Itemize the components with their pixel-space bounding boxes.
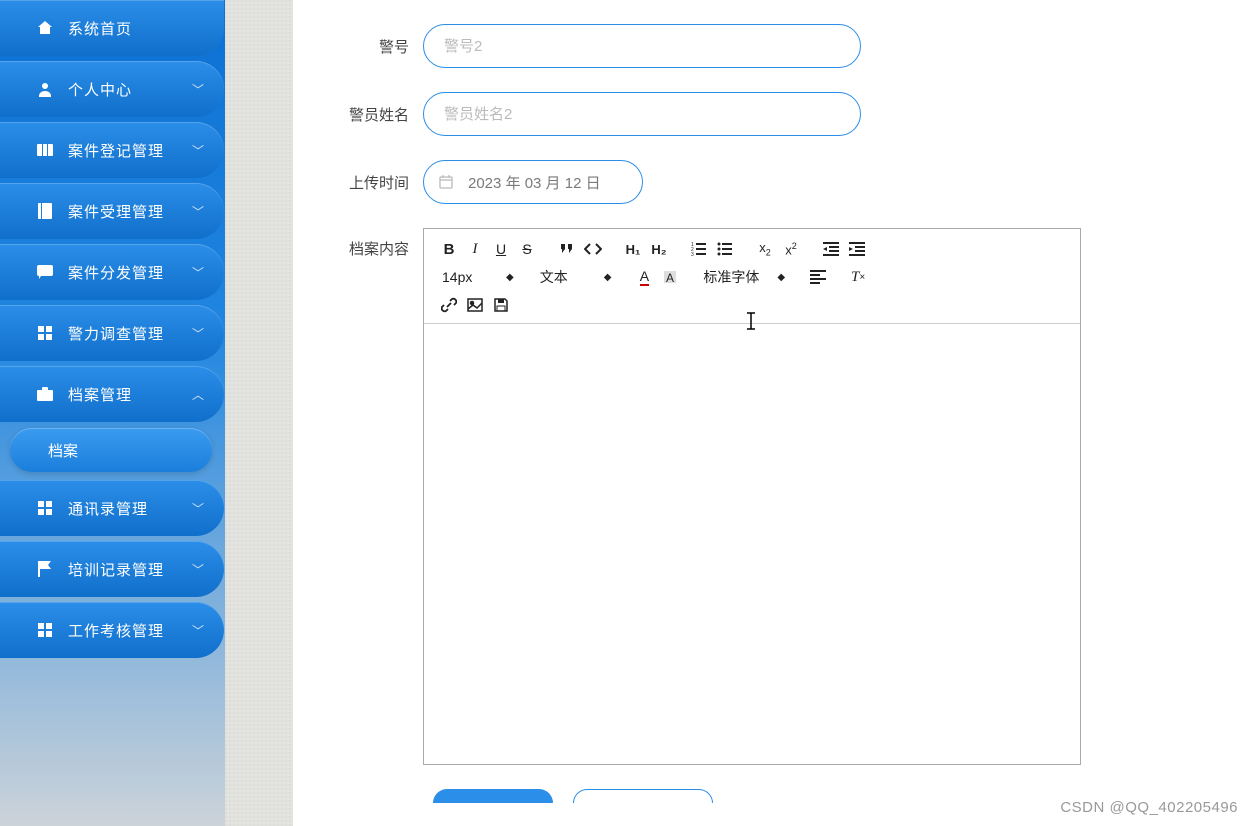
chevron-down-icon: ﹀	[192, 622, 204, 639]
form-row-upload-time: 上传时间	[303, 160, 1222, 204]
sidebar-item-case-accept[interactable]: 案件受理管理 ﹀	[0, 183, 224, 239]
editor-content-area[interactable]	[424, 324, 1080, 764]
superscript-button[interactable]: x2	[778, 237, 804, 261]
form-row-officer-name: 警员姓名	[303, 92, 1222, 136]
form-row-badge-no: 警号	[303, 24, 1222, 68]
caret-icon: ◆	[506, 272, 514, 283]
subscript-button[interactable]: x2	[752, 237, 778, 261]
sidebar-item-label: 个人中心	[68, 79, 192, 100]
calendar-icon	[439, 175, 453, 189]
code-button[interactable]	[580, 237, 606, 261]
chevron-down-icon: ﹀	[192, 203, 204, 220]
chevron-down-icon: ﹀	[192, 142, 204, 159]
sidebar-subitem-archive[interactable]: 档案	[10, 428, 212, 472]
image-button[interactable]	[462, 293, 488, 317]
text-color-button[interactable]: A	[631, 265, 657, 289]
sidebar-item-archive-mgmt[interactable]: 档案管理 ︿	[0, 366, 224, 422]
bold-button[interactable]: B	[436, 237, 462, 261]
sidebar-item-training[interactable]: 培训记录管理 ﹀	[0, 541, 224, 597]
form-row-content: 档案内容 B I U S H₁ H₂ 123	[303, 228, 1222, 765]
sidebar-item-label: 案件分发管理	[68, 262, 192, 283]
sidebar-item-profile[interactable]: 个人中心 ﹀	[0, 61, 224, 117]
font-size-select[interactable]: 14px ◆	[436, 265, 520, 289]
grid-icon	[36, 499, 54, 517]
clear-format-button[interactable]: T×	[845, 265, 871, 289]
content-label: 档案内容	[303, 228, 423, 259]
user-icon	[36, 80, 54, 98]
link-button[interactable]	[436, 293, 462, 317]
chevron-down-icon: ﹀	[192, 81, 204, 98]
texture-strip	[225, 0, 293, 826]
background-color-button[interactable]: A	[657, 265, 683, 289]
chevron-down-icon: ﹀	[192, 264, 204, 281]
sidebar: 系统首页 个人中心 ﹀ 案件登记管理 ﹀ 案件受理管理 ﹀ 案件分发管理 ﹀ 警…	[0, 0, 225, 826]
chat-icon	[36, 263, 54, 281]
upload-time-label: 上传时间	[303, 172, 423, 193]
italic-button[interactable]: I	[462, 237, 488, 261]
sidebar-item-label: 通讯录管理	[68, 498, 192, 519]
sidebar-item-police-investigation[interactable]: 警力调查管理 ﹀	[0, 305, 224, 361]
sidebar-item-assessment[interactable]: 工作考核管理 ﹀	[0, 602, 224, 658]
ordered-list-button[interactable]: 123	[686, 237, 712, 261]
outdent-button[interactable]	[818, 237, 844, 261]
editor-toolbar: B I U S H₁ H₂ 123 x2	[424, 229, 1080, 324]
officer-name-label: 警员姓名	[303, 104, 423, 125]
chevron-up-icon: ︿	[192, 386, 204, 403]
save-button[interactable]	[488, 293, 514, 317]
font-size-value: 14px	[442, 269, 492, 285]
briefcase-icon	[36, 385, 54, 403]
sidebar-item-contacts[interactable]: 通讯录管理 ﹀	[0, 480, 224, 536]
strikethrough-button[interactable]: S	[514, 237, 540, 261]
submit-button[interactable]	[433, 789, 553, 803]
sidebar-item-label: 案件登记管理	[68, 140, 192, 161]
svg-text:A: A	[666, 271, 674, 285]
caret-icon: ◆	[604, 272, 612, 283]
font-family-value: 标准字体	[703, 267, 763, 287]
sidebar-item-home[interactable]: 系统首页	[0, 0, 224, 56]
sidebar-item-label: 档案管理	[68, 384, 192, 405]
flag-icon	[36, 560, 54, 578]
badge-no-label: 警号	[303, 36, 423, 57]
grid-icon	[36, 621, 54, 639]
sidebar-item-label: 培训记录管理	[68, 559, 192, 580]
h2-button[interactable]: H₂	[646, 237, 672, 261]
sidebar-item-label: 系统首页	[68, 18, 204, 39]
block-type-select[interactable]: 文本 ◆	[534, 265, 618, 289]
block-type-value: 文本	[540, 267, 590, 287]
font-family-select[interactable]: 标准字体 ◆	[697, 265, 791, 289]
grid-icon	[36, 324, 54, 342]
main-content: 警号 警员姓名 上传时间 档案内容 B I U	[293, 0, 1252, 826]
home-icon	[36, 19, 54, 37]
rich-text-editor: B I U S H₁ H₂ 123 x2	[423, 228, 1081, 765]
ticket-icon	[36, 141, 54, 159]
sidebar-item-label: 警力调查管理	[68, 323, 192, 344]
sidebar-item-case-register[interactable]: 案件登记管理 ﹀	[0, 122, 224, 178]
cancel-button[interactable]	[573, 789, 713, 803]
sidebar-subitem-label: 档案	[48, 440, 78, 461]
underline-button[interactable]: U	[488, 237, 514, 261]
chevron-down-icon: ﹀	[192, 325, 204, 342]
svg-text:3: 3	[691, 252, 694, 256]
chevron-down-icon: ﹀	[192, 561, 204, 578]
h1-button[interactable]: H₁	[620, 237, 646, 261]
sidebar-item-label: 案件受理管理	[68, 201, 192, 222]
upload-time-input[interactable]	[423, 160, 643, 204]
align-button[interactable]	[805, 265, 831, 289]
badge-no-input[interactable]	[423, 24, 861, 68]
chevron-down-icon: ﹀	[192, 500, 204, 517]
blockquote-button[interactable]	[554, 237, 580, 261]
watermark: CSDN @QQ_402205496	[1060, 799, 1238, 816]
officer-name-input[interactable]	[423, 92, 861, 136]
caret-icon: ◆	[777, 272, 785, 283]
book-icon	[36, 202, 54, 220]
sidebar-item-label: 工作考核管理	[68, 620, 192, 641]
sidebar-item-case-dispatch[interactable]: 案件分发管理 ﹀	[0, 244, 224, 300]
indent-button[interactable]	[844, 237, 870, 261]
unordered-list-button[interactable]	[712, 237, 738, 261]
